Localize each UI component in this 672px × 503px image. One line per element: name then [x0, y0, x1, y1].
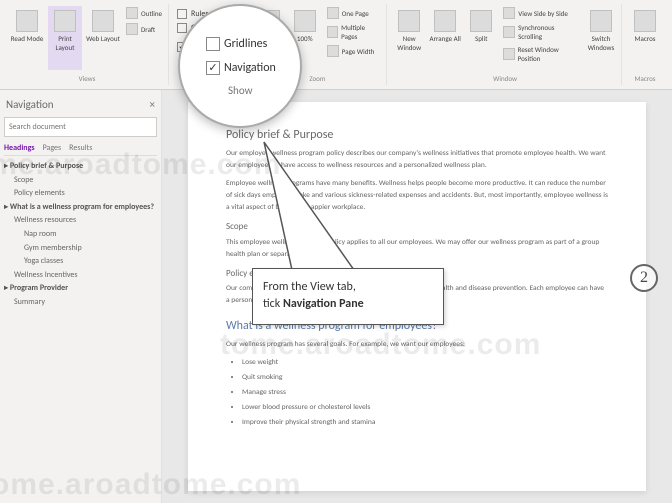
list-item: Manage stress — [242, 387, 608, 399]
switch-windows-label: Switch Windows — [585, 34, 617, 52]
nav-tree-item[interactable]: Wellness resources — [4, 214, 157, 228]
one-page-button[interactable]: One Page — [325, 6, 382, 20]
zoom-group-label: Zoom — [309, 74, 325, 83]
side-by-side-button[interactable]: View Side by Side — [501, 6, 581, 20]
nav-tree-item[interactable]: ▸ Policy brief & Purpose — [4, 160, 157, 174]
list-item: Lower blood pressure or cholesterol leve… — [242, 402, 608, 414]
multiple-pages-button[interactable]: Multiple Pages — [325, 22, 382, 42]
nav-tree-item[interactable]: Scope — [4, 174, 157, 188]
web-layout-label: Web Layout — [86, 34, 120, 43]
nav-tree-item[interactable]: Nap room — [4, 228, 157, 242]
side-by-side-label: View Side by Side — [518, 9, 568, 18]
split-button[interactable]: Split — [465, 6, 497, 70]
nav-tree-item[interactable]: ▸ What is a wellness program for employe… — [4, 201, 157, 215]
list-item: Quit smoking — [242, 372, 608, 384]
new-window-button[interactable]: New Window — [393, 6, 425, 70]
sync-scroll-button[interactable]: Synchronous Scrolling — [501, 22, 581, 42]
macros-button[interactable]: Macros — [628, 6, 662, 70]
ribbon-group-macros: Macros Macros — [624, 4, 666, 85]
nav-tree-item[interactable]: Gym membership — [4, 242, 157, 256]
reset-position-button[interactable]: Reset Window Position — [501, 44, 581, 64]
callout-line2b: Navigation Pane — [283, 297, 364, 311]
callout-box: From the View tab, tick Navigation Pane — [252, 268, 444, 325]
window-group-label: Window — [493, 74, 517, 83]
magnifier-gridlines-label: Gridlines — [224, 37, 267, 51]
tab-pages[interactable]: Pages — [43, 143, 62, 153]
page-width-button[interactable]: Page Width — [325, 44, 382, 58]
magnifier-show-label: Show — [204, 84, 300, 97]
checkbox-checked-icon: ✓ — [206, 61, 220, 75]
nav-tree-item[interactable]: ▸ Program Provider — [4, 282, 157, 296]
nav-tree-item[interactable]: Summary — [4, 296, 157, 310]
tab-results[interactable]: Results — [69, 143, 92, 153]
print-layout-button[interactable]: Print Layout — [48, 6, 82, 70]
sync-scroll-label: Synchronous Scrolling — [518, 23, 579, 41]
tab-headings[interactable]: Headings — [4, 143, 35, 153]
outline-button[interactable]: Outline — [124, 6, 164, 20]
checkbox-empty-icon — [206, 37, 220, 51]
list-item: Improve their physical strength and stam… — [242, 417, 608, 429]
macros-label: Macros — [634, 34, 655, 43]
step-badge: 2 — [630, 264, 658, 292]
arrange-all-label: Arrange All — [430, 34, 461, 43]
navigation-tree: ▸ Policy brief & PurposeScopePolicy elem… — [4, 160, 157, 310]
nav-tree-item[interactable]: Yoga classes — [4, 255, 157, 269]
read-mode-button[interactable]: Read Mode — [10, 6, 44, 70]
callout-line2a: tick — [263, 297, 283, 311]
ribbon: Read Mode Print Layout Web Layout Outlin… — [0, 0, 672, 90]
nav-tree-item[interactable]: Policy elements — [4, 187, 157, 201]
page-width-label: Page Width — [342, 47, 375, 56]
ribbon-group-window: New Window Arrange All Split View Side b… — [389, 4, 622, 85]
split-label: Split — [475, 34, 487, 43]
arrange-all-button[interactable]: Arrange All — [429, 6, 461, 70]
views-group-label: Views — [79, 74, 96, 83]
multiple-pages-label: Multiple Pages — [341, 23, 380, 41]
navigation-search-input[interactable] — [4, 117, 157, 137]
one-page-label: One Page — [342, 9, 369, 18]
callout-line1: From the View tab, — [263, 280, 356, 294]
navigation-pane-title-bar: Navigation × — [4, 96, 157, 117]
callout-pointer-icon — [262, 140, 382, 280]
print-layout-label: Print Layout — [48, 34, 82, 52]
web-layout-button[interactable]: Web Layout — [86, 6, 120, 70]
navigation-pane-title: Navigation — [6, 98, 54, 111]
paragraph: Our wellness program has several goals. … — [226, 339, 608, 351]
read-mode-label: Read Mode — [11, 34, 44, 43]
draft-label: Draft — [141, 25, 155, 34]
ribbon-group-views: Read Mode Print Layout Web Layout Outlin… — [6, 4, 169, 85]
magnifier-navigation-row: ✓ Navigation — [204, 60, 300, 76]
navigation-tabs: Headings Pages Results — [4, 143, 157, 156]
draft-button[interactable]: Draft — [124, 22, 164, 36]
nav-tree-item[interactable]: Wellness Incentives — [4, 269, 157, 283]
list-item: Lose weight — [242, 357, 608, 369]
magnifier-gridlines-row: Gridlines — [204, 36, 300, 52]
macros-group-label: Macros — [634, 74, 655, 83]
magnifier-navigation-label: Navigation — [224, 61, 276, 75]
bullet-list: Lose weight Quit smoking Manage stress Lowe… — [226, 357, 608, 429]
navigation-pane: Navigation × Headings Pages Results ▸ Po… — [0, 90, 162, 503]
outline-label: Outline — [141, 9, 162, 18]
switch-windows-button[interactable]: Switch Windows — [585, 6, 617, 70]
reset-position-label: Reset Window Position — [518, 45, 579, 63]
navigation-pane-close-icon[interactable]: × — [150, 98, 155, 111]
magnifier-overlay: Gridlines ✓ Navigation Show — [178, 4, 302, 128]
new-window-label: New Window — [393, 34, 425, 52]
